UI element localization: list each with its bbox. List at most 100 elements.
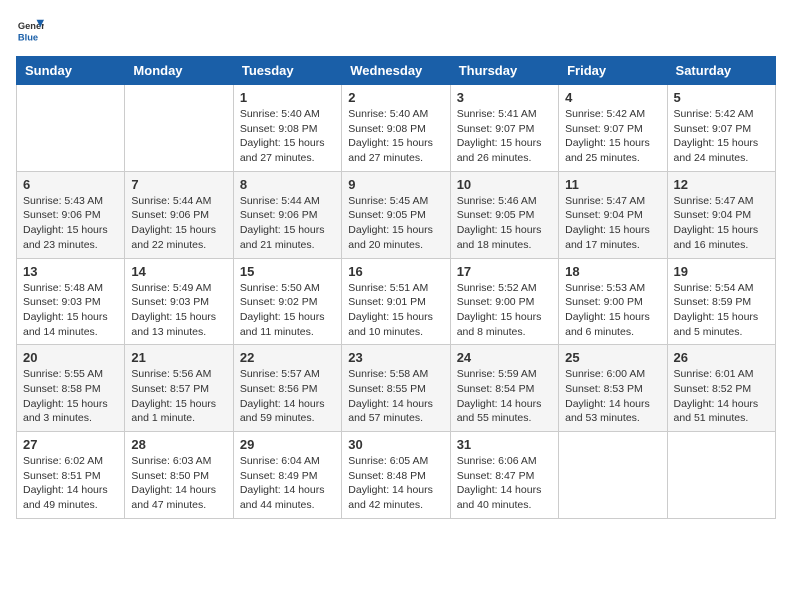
calendar-cell: 21 Sunrise: 5:56 AM Sunset: 8:57 PM Dayli… — [125, 345, 233, 432]
calendar-cell: 9Sunrise: 5:45 AM Sunset: 9:05 PM Daylig… — [342, 171, 450, 258]
day-number: 10 — [457, 177, 552, 192]
calendar-cell: 22 Sunrise: 5:57 AM Sunset: 8:56 PM Dayli… — [233, 345, 341, 432]
day-info: Sunrise: 6:02 AM Sunset: 8:51 PM Dayligh… — [23, 454, 118, 513]
calendar-cell: 7Sunrise: 5:44 AM Sunset: 9:06 PM Daylig… — [125, 171, 233, 258]
day-number: 20 — [23, 350, 118, 365]
calendar-week-row: 20 Sunrise: 5:55 AM Sunset: 8:58 PM Dayli… — [17, 345, 776, 432]
calendar-week-row: 1 Sunrise: 5:40 AM Sunset: 9:08 PM Daylig… — [17, 85, 776, 172]
calendar-week-row: 6 Sunrise: 5:43 AM Sunset: 9:06 PM Daylig… — [17, 171, 776, 258]
day-number: 18 — [565, 264, 660, 279]
day-info: Sunrise: 5:48 AM Sunset: 9:03 PM Dayligh… — [23, 281, 118, 340]
day-number: 6 — [23, 177, 118, 192]
calendar-cell: 29 Sunrise: 6:04 AM Sunset: 8:49 PM Dayli… — [233, 432, 341, 519]
day-number: 4 — [565, 90, 660, 105]
weekday-header: Monday — [125, 57, 233, 85]
day-info: Sunrise: 5:47 AM Sunset: 9:04 PM Dayligh… — [565, 194, 660, 253]
day-number: 28 — [131, 437, 226, 452]
day-info: Sunrise: 5:42 AM Sunset: 9:07 PM Dayligh… — [565, 107, 660, 166]
day-info: Sunrise: 5:55 AM Sunset: 8:58 PM Dayligh… — [23, 367, 118, 426]
calendar-cell: 12 Sunrise: 5:47 AM Sunset: 9:04 PM Dayli… — [667, 171, 775, 258]
day-number: 21 — [131, 350, 226, 365]
day-info: Sunrise: 5:47 AM Sunset: 9:04 PM Dayligh… — [674, 194, 769, 253]
day-info: Sunrise: 5:40 AM Sunset: 9:08 PM Dayligh… — [348, 107, 443, 166]
day-number: 17 — [457, 264, 552, 279]
day-number: 12 — [674, 177, 769, 192]
day-number: 3 — [457, 90, 552, 105]
weekday-header: Wednesday — [342, 57, 450, 85]
weekday-header: Tuesday — [233, 57, 341, 85]
weekday-header: Thursday — [450, 57, 558, 85]
calendar-cell: 11Sunrise: 5:47 AM Sunset: 9:04 PM Dayli… — [559, 171, 667, 258]
day-info: Sunrise: 5:58 AM Sunset: 8:55 PM Dayligh… — [348, 367, 443, 426]
logo-icon: General Blue — [16, 16, 44, 44]
calendar-cell: 8 Sunrise: 5:44 AM Sunset: 9:06 PM Daylig… — [233, 171, 341, 258]
day-number: 1 — [240, 90, 335, 105]
calendar-table: SundayMondayTuesdayWednesdayThursdayFrid… — [16, 56, 776, 519]
day-number: 31 — [457, 437, 552, 452]
calendar-cell: 10 Sunrise: 5:46 AM Sunset: 9:05 PM Dayli… — [450, 171, 558, 258]
day-info: Sunrise: 5:51 AM Sunset: 9:01 PM Dayligh… — [348, 281, 443, 340]
calendar-cell: 6 Sunrise: 5:43 AM Sunset: 9:06 PM Daylig… — [17, 171, 125, 258]
day-number: 9 — [348, 177, 443, 192]
day-info: Sunrise: 5:41 AM Sunset: 9:07 PM Dayligh… — [457, 107, 552, 166]
day-info: Sunrise: 6:03 AM Sunset: 8:50 PM Dayligh… — [131, 454, 226, 513]
day-info: Sunrise: 6:00 AM Sunset: 8:53 PM Dayligh… — [565, 367, 660, 426]
day-info: Sunrise: 5:53 AM Sunset: 9:00 PM Dayligh… — [565, 281, 660, 340]
day-number: 29 — [240, 437, 335, 452]
day-info: Sunrise: 5:56 AM Sunset: 8:57 PM Dayligh… — [131, 367, 226, 426]
weekday-header: Friday — [559, 57, 667, 85]
calendar-cell: 5 Sunrise: 5:42 AM Sunset: 9:07 PM Daylig… — [667, 85, 775, 172]
day-number: 23 — [348, 350, 443, 365]
day-number: 26 — [674, 350, 769, 365]
day-number: 24 — [457, 350, 552, 365]
day-number: 7 — [131, 177, 226, 192]
page-header: General Blue — [16, 16, 776, 44]
day-info: Sunrise: 5:57 AM Sunset: 8:56 PM Dayligh… — [240, 367, 335, 426]
calendar-cell: 30 Sunrise: 6:05 AM Sunset: 8:48 PM Dayli… — [342, 432, 450, 519]
day-info: Sunrise: 5:50 AM Sunset: 9:02 PM Dayligh… — [240, 281, 335, 340]
day-number: 22 — [240, 350, 335, 365]
day-info: Sunrise: 5:52 AM Sunset: 9:00 PM Dayligh… — [457, 281, 552, 340]
calendar-cell — [667, 432, 775, 519]
day-number: 2 — [348, 90, 443, 105]
day-number: 8 — [240, 177, 335, 192]
calendar-cell: 28 Sunrise: 6:03 AM Sunset: 8:50 PM Dayli… — [125, 432, 233, 519]
day-number: 5 — [674, 90, 769, 105]
day-info: Sunrise: 5:54 AM Sunset: 8:59 PM Dayligh… — [674, 281, 769, 340]
calendar-cell: 18 Sunrise: 5:53 AM Sunset: 9:00 PM Dayli… — [559, 258, 667, 345]
day-info: Sunrise: 5:59 AM Sunset: 8:54 PM Dayligh… — [457, 367, 552, 426]
day-info: Sunrise: 5:42 AM Sunset: 9:07 PM Dayligh… — [674, 107, 769, 166]
calendar-cell: 3 Sunrise: 5:41 AM Sunset: 9:07 PM Daylig… — [450, 85, 558, 172]
logo: General Blue — [16, 16, 48, 44]
calendar-cell: 2 Sunrise: 5:40 AM Sunset: 9:08 PM Daylig… — [342, 85, 450, 172]
calendar-cell: 23 Sunrise: 5:58 AM Sunset: 8:55 PM Dayli… — [342, 345, 450, 432]
calendar-cell: 27 Sunrise: 6:02 AM Sunset: 8:51 PM Dayli… — [17, 432, 125, 519]
day-info: Sunrise: 5:44 AM Sunset: 9:06 PM Dayligh… — [240, 194, 335, 253]
day-info: Sunrise: 5:46 AM Sunset: 9:05 PM Dayligh… — [457, 194, 552, 253]
day-info: Sunrise: 5:40 AM Sunset: 9:08 PM Dayligh… — [240, 107, 335, 166]
calendar-cell: 4 Sunrise: 5:42 AM Sunset: 9:07 PM Daylig… — [559, 85, 667, 172]
calendar-cell: 24 Sunrise: 5:59 AM Sunset: 8:54 PM Dayli… — [450, 345, 558, 432]
calendar-week-row: 13 Sunrise: 5:48 AM Sunset: 9:03 PM Dayli… — [17, 258, 776, 345]
day-number: 27 — [23, 437, 118, 452]
day-info: Sunrise: 5:43 AM Sunset: 9:06 PM Dayligh… — [23, 194, 118, 253]
day-number: 16 — [348, 264, 443, 279]
calendar-cell: 20 Sunrise: 5:55 AM Sunset: 8:58 PM Dayli… — [17, 345, 125, 432]
day-info: Sunrise: 6:06 AM Sunset: 8:47 PM Dayligh… — [457, 454, 552, 513]
calendar-cell — [17, 85, 125, 172]
calendar-cell — [559, 432, 667, 519]
weekday-header: Sunday — [17, 57, 125, 85]
day-info: Sunrise: 6:05 AM Sunset: 8:48 PM Dayligh… — [348, 454, 443, 513]
day-number: 14 — [131, 264, 226, 279]
calendar-cell: 25Sunrise: 6:00 AM Sunset: 8:53 PM Dayli… — [559, 345, 667, 432]
day-info: Sunrise: 6:01 AM Sunset: 8:52 PM Dayligh… — [674, 367, 769, 426]
day-number: 19 — [674, 264, 769, 279]
calendar-cell: 16 Sunrise: 5:51 AM Sunset: 9:01 PM Dayli… — [342, 258, 450, 345]
calendar-cell: 13 Sunrise: 5:48 AM Sunset: 9:03 PM Dayli… — [17, 258, 125, 345]
calendar-cell — [125, 85, 233, 172]
day-number: 30 — [348, 437, 443, 452]
day-info: Sunrise: 6:04 AM Sunset: 8:49 PM Dayligh… — [240, 454, 335, 513]
calendar-cell: 15Sunrise: 5:50 AM Sunset: 9:02 PM Dayli… — [233, 258, 341, 345]
day-number: 13 — [23, 264, 118, 279]
calendar-cell: 19 Sunrise: 5:54 AM Sunset: 8:59 PM Dayli… — [667, 258, 775, 345]
